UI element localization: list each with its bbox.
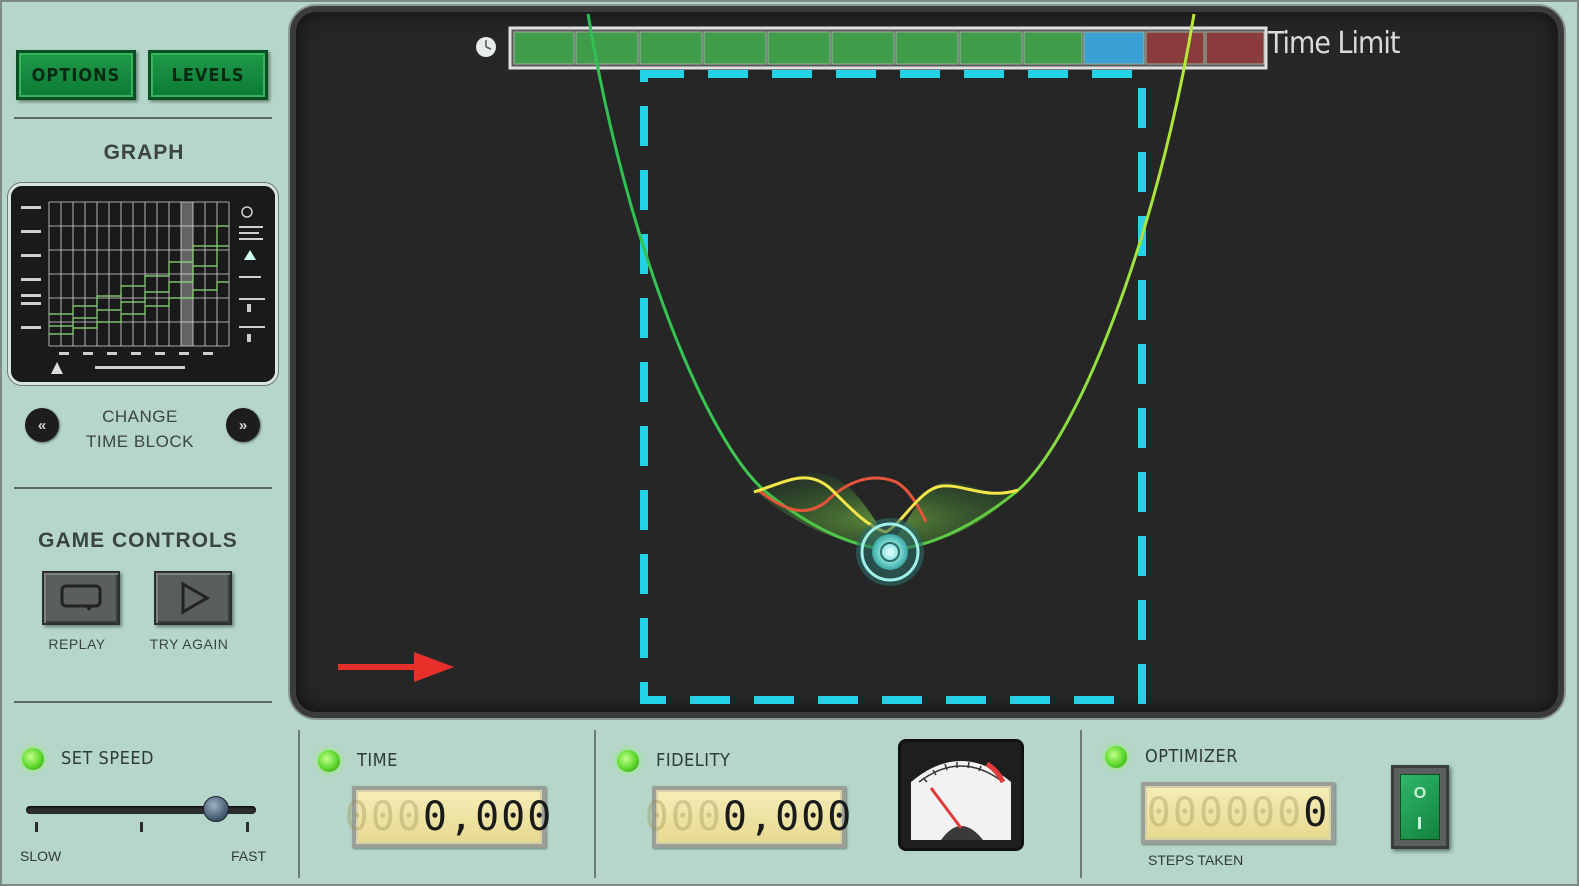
optimizer-display-ghost: 000000 xyxy=(1146,790,1304,836)
divider xyxy=(298,730,300,878)
toggle-symbol: O xyxy=(1413,785,1427,802)
toggle-on-mark xyxy=(1418,817,1421,829)
game-controls-title: GAME CONTROLS xyxy=(38,529,238,552)
divider xyxy=(14,701,272,703)
slider-tick xyxy=(246,822,249,832)
change-time-block-line2: TIME BLOCK xyxy=(86,432,194,451)
replay-label: REPLAY xyxy=(48,636,106,652)
time-label: TIME xyxy=(357,750,398,771)
optimizer-toggle[interactable]: O xyxy=(1391,765,1449,849)
optimizer-display-value: 0 xyxy=(1303,790,1330,836)
options-button[interactable]: OPTIONS xyxy=(16,50,136,100)
next-time-block-button[interactable]: » xyxy=(226,408,260,442)
fidelity-display-value: 0,000 xyxy=(722,794,854,840)
previous-time-block-button[interactable]: « xyxy=(25,408,59,442)
try-again-button[interactable] xyxy=(154,571,232,625)
fidelity-led xyxy=(617,750,639,772)
change-time-block-line1: CHANGE xyxy=(102,407,178,426)
left-panel: OPTIONS LEVELS GRAPH « CHANGE TIME BLOCK… xyxy=(0,0,290,722)
replay-button[interactable] xyxy=(42,571,120,625)
set-speed-label: SET SPEED xyxy=(61,748,155,769)
toggle-switch: O xyxy=(1400,774,1440,840)
time-display-value: 0,000 xyxy=(422,794,554,840)
try-again-label: TRY AGAIN xyxy=(149,636,229,652)
divider xyxy=(14,117,272,119)
divider xyxy=(594,730,596,878)
fidelity-label: FIDELITY xyxy=(656,750,731,771)
potential-curve xyxy=(586,13,1196,552)
fast-label: FAST xyxy=(231,848,267,864)
time-led xyxy=(318,750,340,772)
fidelity-display: 000 0,000 xyxy=(645,786,851,848)
graph-title: GRAPH xyxy=(103,141,185,164)
fidelity-gauge xyxy=(898,739,1024,851)
slider-tick xyxy=(140,822,143,832)
play-icon xyxy=(181,581,210,615)
time-limit-label: Time Limit xyxy=(1268,26,1400,61)
optimizer-label: OPTIMIZER xyxy=(1145,746,1238,767)
gauge-icon xyxy=(911,761,1011,840)
divider xyxy=(1080,730,1082,878)
game-screen[interactable] xyxy=(290,6,1564,718)
graph-thumbnail[interactable] xyxy=(8,183,278,385)
speed-slider-knob[interactable] xyxy=(203,796,229,822)
replay-icon xyxy=(60,584,102,611)
slider-tick xyxy=(35,822,38,832)
optimizer-led xyxy=(1105,746,1127,768)
steps-taken-label: STEPS TAKEN xyxy=(1148,852,1244,868)
change-time-block-label: CHANGE TIME BLOCK xyxy=(70,404,210,454)
direction-arrow xyxy=(338,652,454,682)
slow-label: SLOW xyxy=(20,848,62,864)
optimizer-display: 000000 0 xyxy=(1141,782,1335,844)
fidelity-display-ghost: 000 xyxy=(644,794,723,840)
time-display-ghost: 000 xyxy=(344,794,423,840)
game-canvas xyxy=(338,13,1268,704)
double-chevron-right-icon: » xyxy=(238,416,248,434)
speed-led xyxy=(22,748,44,770)
time-display: 000 0,000 xyxy=(345,786,551,848)
graph-thumbnail-plot xyxy=(11,186,275,382)
double-chevron-left-icon: « xyxy=(37,416,47,434)
bottom-panel: SET SPEED SLOW FAST TIME 000 0,000 FIDELI… xyxy=(0,722,1579,886)
divider xyxy=(14,487,272,489)
target-box xyxy=(640,70,1146,704)
levels-button[interactable]: LEVELS xyxy=(148,50,268,100)
